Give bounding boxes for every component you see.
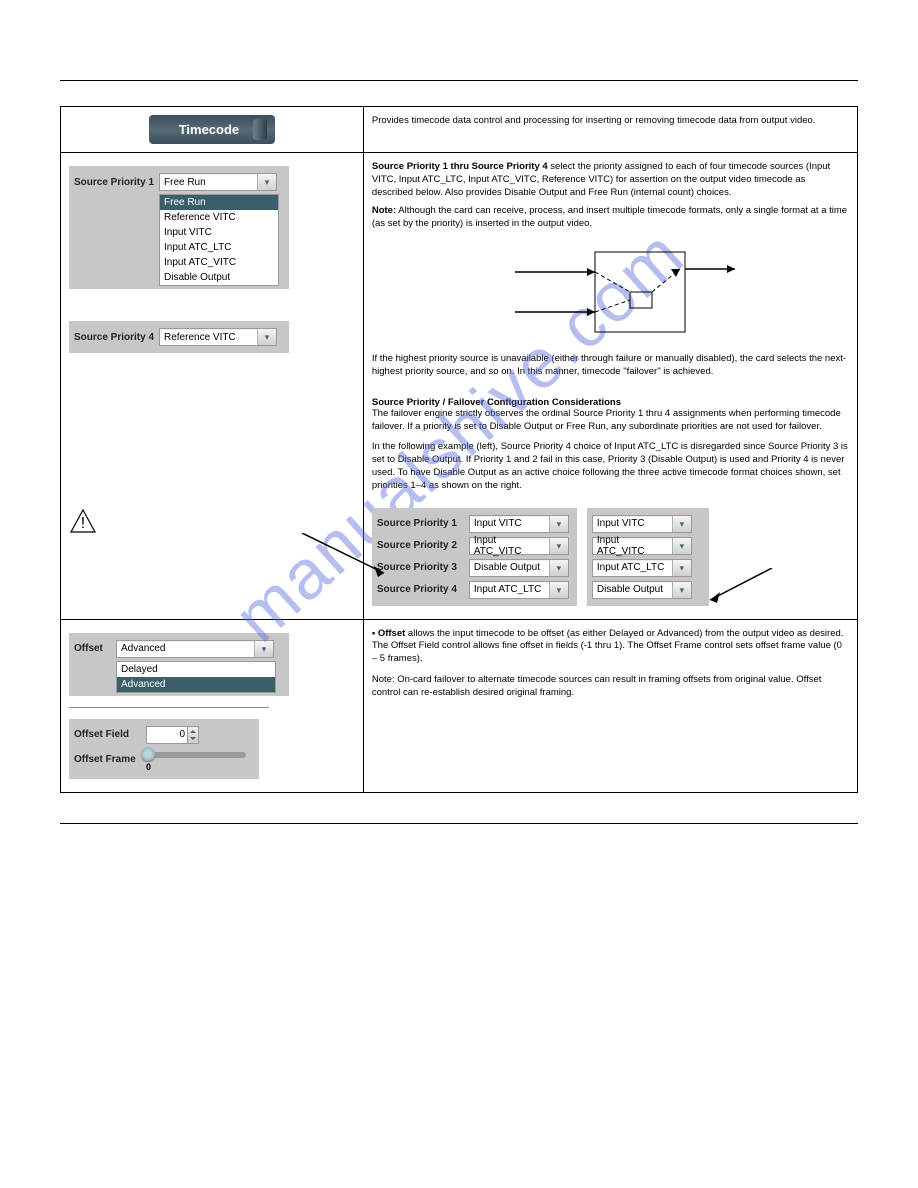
header-description: Provides timecode data control and proce…: [372, 115, 849, 128]
offset-frame-slider[interactable]: [146, 752, 246, 758]
sp1-label: Source Priority 1: [74, 177, 159, 188]
ex-select[interactable]: Input VITC▾: [592, 515, 692, 533]
chevron-down-icon: ▾: [549, 582, 568, 598]
example-columns: Source Priority 1 Input VITC▾ Source Pri…: [372, 503, 849, 611]
offset-dropdown[interactable]: Delayed Advanced: [116, 661, 276, 693]
offset-description: • Offset allows the input timecode to be…: [372, 628, 849, 666]
warning-icon: !: [69, 508, 97, 534]
chevron-down-icon: ▾: [549, 516, 568, 532]
sp1-opt[interactable]: Disable Output: [160, 270, 278, 285]
slider-thumb[interactable]: [141, 747, 155, 761]
example-lead: In the following example (left), Source …: [372, 441, 849, 492]
ex-select[interactable]: Input ATC_LTC▾: [592, 559, 692, 577]
layout-table: Timecode Provides timecode data control …: [60, 106, 858, 793]
top-rule: [60, 80, 858, 81]
ex-label: Source Priority 4: [377, 584, 469, 595]
offset-field-input[interactable]: 0: [146, 726, 188, 744]
sp1-select[interactable]: Free Run ▾: [159, 173, 277, 191]
arrow-icon: [704, 568, 774, 608]
sp1-opt[interactable]: Reference VITC: [160, 210, 278, 225]
ex-select[interactable]: Input ATC_VITC▾: [469, 537, 569, 555]
sp4-label: Source Priority 4: [74, 332, 159, 343]
divider: [69, 707, 269, 708]
sp1-opt[interactable]: Free Run: [160, 195, 278, 210]
caution-text: The failover engine strictly observes th…: [372, 408, 849, 434]
offset-select[interactable]: Advanced ▾: [116, 640, 274, 658]
svg-text:!: !: [81, 515, 85, 532]
sp1-opt[interactable]: Input VITC: [160, 225, 278, 240]
example-right: Input VITC▾ Input ATC_VITC▾ Input ATC_LT…: [587, 508, 709, 606]
chevron-down-icon: ▾: [549, 538, 568, 554]
sp4-value: Reference VITC: [160, 332, 257, 343]
offset-opt[interactable]: Advanced: [117, 677, 275, 692]
sp1-opt[interactable]: Input ATC_LTC: [160, 240, 278, 255]
chevron-down-icon: ▾: [672, 538, 691, 554]
chevron-down-icon: ▾: [672, 516, 691, 532]
ex-select[interactable]: Disable Output▾: [469, 559, 569, 577]
timecode-tab[interactable]: Timecode: [149, 115, 275, 144]
chevron-down-icon: ▾: [257, 174, 276, 190]
example-left: Source Priority 1 Input VITC▾ Source Pri…: [372, 508, 577, 606]
sp1-dropdown[interactable]: Free Run Reference VITC Input VITC Input…: [159, 194, 279, 286]
sp4-group: Source Priority 4 Reference VITC ▾: [69, 321, 289, 353]
sp-description: Source Priority 1 thru Source Priority 4…: [372, 161, 849, 199]
diagram-caption: If the highest priority source is unavai…: [372, 353, 849, 379]
offset-opt[interactable]: Delayed: [117, 662, 275, 677]
offset-frame-label: Offset Frame: [74, 748, 146, 765]
sp4-select[interactable]: Reference VITC ▾: [159, 328, 277, 346]
tab-label: Timecode: [179, 122, 239, 137]
sp1-group: Source Priority 1 Free Run ▾ Free Run Re…: [69, 166, 289, 289]
chevron-down-icon: ▾: [549, 560, 568, 576]
failover-diagram: [475, 237, 745, 347]
offset-field-label: Offset Field: [74, 729, 146, 740]
ex-select[interactable]: Disable Output▾: [592, 581, 692, 599]
offset-values-group: Offset Field 0 Offset Frame 0: [69, 719, 259, 779]
caution-heading: Source Priority / Failover Configuration…: [372, 397, 849, 408]
arrow-icon: [302, 533, 392, 578]
ex-select[interactable]: Input VITC▾: [469, 515, 569, 533]
ex-select[interactable]: Input ATC_LTC▾: [469, 581, 569, 599]
offset-group: Offset Advanced ▾ Delayed Advanced: [69, 633, 289, 696]
offset-note: Note: On-card failover to alternate time…: [372, 674, 849, 700]
chevron-down-icon: ▾: [257, 329, 276, 345]
ex-select[interactable]: Input ATC_VITC▾: [592, 537, 692, 555]
chevron-down-icon: ▾: [254, 641, 273, 657]
chevron-down-icon: ▾: [672, 560, 691, 576]
offset-value: Advanced: [117, 643, 254, 654]
offset-label: Offset: [74, 643, 116, 654]
bottom-rule: [60, 823, 858, 824]
spinner-icon[interactable]: [188, 726, 199, 744]
sp-note: Note: Although the card can receive, pro…: [372, 205, 849, 231]
sp1-value: Free Run: [160, 177, 257, 188]
offset-frame-value: 0: [146, 762, 246, 772]
ex-label: Source Priority 1: [377, 518, 469, 529]
sp1-opt[interactable]: Input ATC_VITC: [160, 255, 278, 270]
chevron-down-icon: ▾: [672, 582, 691, 598]
